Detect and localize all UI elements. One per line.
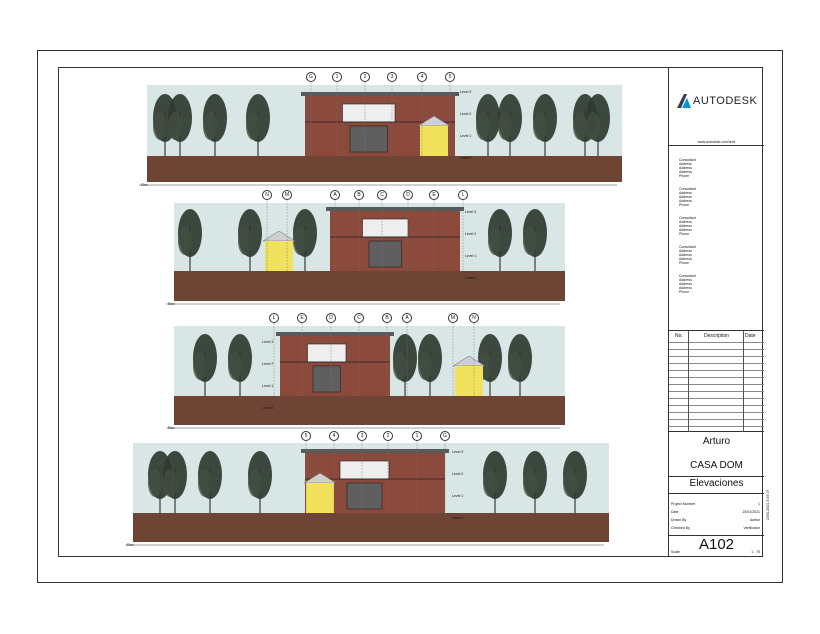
- tree-canopy: [483, 469, 497, 497]
- autodesk-logo-icon: [677, 94, 691, 108]
- revision-description-header: Description: [704, 333, 730, 339]
- project-number-value: 1: [758, 502, 760, 506]
- sheet-name-cell: Elevaciones: [669, 477, 764, 494]
- revision-row-line: [669, 377, 764, 378]
- grid-tag: 1: [412, 431, 422, 441]
- sheet-number: A102: [698, 536, 735, 553]
- grid-tag: 3: [357, 431, 367, 441]
- revision-row-line: [669, 349, 764, 350]
- revision-header-row: No. Description Date: [669, 334, 764, 341]
- sheet-name: Elevaciones: [689, 478, 744, 489]
- revision-row-line: [669, 342, 764, 343]
- consultant-block: Consultant Address Address Address Phone: [679, 274, 696, 294]
- project-name: CASA DOM: [690, 460, 743, 471]
- tree-canopy: [198, 469, 212, 497]
- consultant-line: Phone: [679, 203, 690, 207]
- revision-row-line: [669, 419, 764, 420]
- revision-column-line: [743, 331, 744, 432]
- project-info-cell: Arturo CASA DOM: [669, 432, 764, 477]
- tree-canopy: [163, 469, 177, 497]
- revision-row-line: [669, 426, 764, 427]
- scale-label: Scale: [671, 550, 680, 554]
- revision-row-line: [669, 363, 764, 364]
- consultant-block: Consultant Address Address Address Phone: [679, 245, 696, 265]
- level-marker: Level 0: [452, 516, 464, 520]
- revision-row-line: [669, 405, 764, 406]
- brand-name: AUTODESK: [693, 95, 758, 107]
- house-window: [346, 482, 383, 510]
- consultant-line: Phone: [679, 261, 690, 265]
- grid-tag: 5: [301, 431, 311, 441]
- ground: [133, 513, 609, 542]
- tree-canopy: [148, 469, 162, 497]
- date-label: Date: [671, 510, 679, 514]
- consultant-line: Phone: [679, 290, 690, 294]
- yellow-annex: [306, 483, 334, 513]
- consultant-block: Consultant Address Address Address Phone: [679, 187, 696, 207]
- tree-canopy: [248, 469, 262, 497]
- revision-row-line: [669, 398, 764, 399]
- project-number-label: Project Number: [671, 502, 696, 506]
- checked-by-value: Verificador: [743, 526, 760, 530]
- brand-url: www.autodesk.com/revit: [697, 140, 736, 144]
- drawn-by-label: Drawn By: [671, 518, 687, 522]
- revision-row-line: [669, 412, 764, 413]
- revision-row-line: [669, 356, 764, 357]
- consultants-cell: Consultant Address Address Address Phone Cons…: [669, 146, 764, 331]
- level-marker: Level 3: [452, 450, 464, 454]
- level-marker: Level 2: [452, 472, 464, 476]
- sheet-number-cell: A102: [669, 536, 764, 556]
- tree-canopy: [563, 469, 577, 497]
- scale-value: 1 : 75: [751, 550, 760, 554]
- print-stamp: 23/01/2021 5:49:19: [766, 489, 770, 520]
- consultant-line: Phone: [679, 232, 690, 236]
- drawn-by-value: Author: [749, 518, 760, 522]
- consultant-block: Consultant Address Address Address Phone: [679, 158, 696, 178]
- revision-row-line: [669, 370, 764, 371]
- owner-name: Arturo: [702, 436, 731, 447]
- title-block: AUTODESK www.autodesk.com/revit Consulta…: [668, 68, 764, 556]
- house-glazing: [339, 460, 390, 480]
- logo-cell: AUTODESK www.autodesk.com/revit: [669, 68, 764, 146]
- consultant-line: Phone: [679, 174, 690, 178]
- grid-tag: 4: [329, 431, 339, 441]
- level-marker: Level 1: [452, 494, 464, 498]
- revision-table: No. Description Date: [669, 331, 764, 432]
- checked-by-label: Checked By: [671, 526, 690, 530]
- grid-tag: G: [440, 431, 450, 441]
- consultant-block: Consultant Address Address Address Phone: [679, 216, 696, 236]
- project-details-cell: Project Number 1 Date 23/01/2021 Drawn B…: [669, 494, 764, 536]
- revision-column-line: [688, 331, 689, 432]
- consultants-list: Consultant Address Address Address Phone Cons…: [679, 158, 696, 294]
- house-roof: [301, 449, 449, 453]
- tree-canopy: [523, 469, 537, 497]
- date-value: 23/01/2021: [742, 510, 760, 514]
- revision-date-header: Date: [745, 333, 756, 339]
- grid-tag: 2: [383, 431, 393, 441]
- revision-no-header: No.: [675, 333, 683, 339]
- revision-row-line: [669, 384, 764, 385]
- elevation-tag: Elev: [127, 543, 134, 547]
- revision-row-line: [669, 391, 764, 392]
